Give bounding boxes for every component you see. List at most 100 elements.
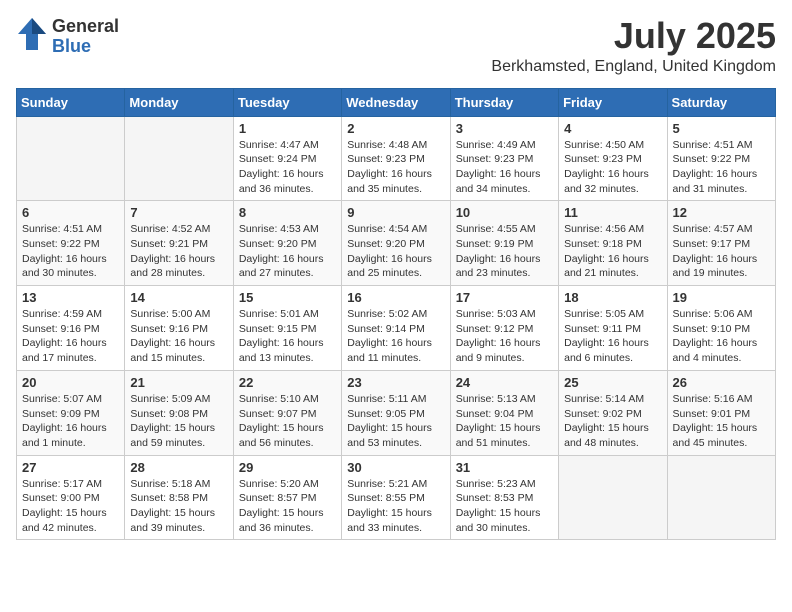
day-number: 5 xyxy=(673,121,770,136)
calendar-cell: 11 Sunrise: 4:56 AMSunset: 9:18 PMDayligh… xyxy=(559,201,667,286)
cell-details: Sunrise: 5:00 AMSunset: 9:16 PMDaylight:… xyxy=(130,307,227,366)
day-number: 31 xyxy=(456,460,553,475)
cell-details: Sunrise: 4:56 AMSunset: 9:18 PMDaylight:… xyxy=(564,222,661,281)
calendar-week-row: 13 Sunrise: 4:59 AMSunset: 9:16 PMDayligh… xyxy=(17,286,776,371)
cell-details: Sunrise: 5:14 AMSunset: 9:02 PMDaylight:… xyxy=(564,392,661,451)
calendar-cell xyxy=(125,116,233,201)
calendar-cell: 27 Sunrise: 5:17 AMSunset: 9:00 PMDayligh… xyxy=(17,455,125,540)
calendar-cell: 19 Sunrise: 5:06 AMSunset: 9:10 PMDayligh… xyxy=(667,286,775,371)
day-number: 4 xyxy=(564,121,661,136)
day-number: 20 xyxy=(22,375,119,390)
day-of-week-friday: Friday xyxy=(559,88,667,116)
day-number: 23 xyxy=(347,375,444,390)
calendar-cell: 22Sunrise: 5:10 AMSunset: 9:07 PMDayligh… xyxy=(233,370,341,455)
day-number: 28 xyxy=(130,460,227,475)
day-number: 13 xyxy=(22,290,119,305)
day-number: 18 xyxy=(564,290,661,305)
cell-details: Sunrise: 5:01 AMSunset: 9:15 PMDaylight:… xyxy=(239,307,336,366)
calendar-cell: 12 Sunrise: 4:57 AMSunset: 9:17 PMDayligh… xyxy=(667,201,775,286)
calendar-week-row: 27 Sunrise: 5:17 AMSunset: 9:00 PMDayligh… xyxy=(17,455,776,540)
cell-details: Sunrise: 4:59 AMSunset: 9:16 PMDaylight:… xyxy=(22,307,119,366)
logo-general: General xyxy=(52,16,119,36)
day-of-week-wednesday: Wednesday xyxy=(342,88,450,116)
day-number: 22 xyxy=(239,375,336,390)
cell-details: Sunrise: 5:20 AMSunset: 8:57 PMDaylight:… xyxy=(239,477,336,536)
calendar-cell: 17Sunrise: 5:03 AMSunset: 9:12 PMDayligh… xyxy=(450,286,558,371)
day-number: 25 xyxy=(564,375,661,390)
cell-details: Sunrise: 5:18 AMSunset: 8:58 PMDaylight:… xyxy=(130,477,227,536)
calendar-cell: 31 Sunrise: 5:23 AMSunset: 8:53 PMDayligh… xyxy=(450,455,558,540)
day-number: 6 xyxy=(22,205,119,220)
cell-details: Sunrise: 5:06 AMSunset: 9:10 PMDaylight:… xyxy=(673,307,770,366)
day-number: 1 xyxy=(239,121,336,136)
title-area: July 2025 Berkhamsted, England, United K… xyxy=(491,16,776,76)
location-subtitle: Berkhamsted, England, United Kingdom xyxy=(491,58,776,76)
day-number: 29 xyxy=(239,460,336,475)
calendar-week-row: 1Sunrise: 4:47 AMSunset: 9:24 PMDaylight… xyxy=(17,116,776,201)
day-number: 17 xyxy=(456,290,553,305)
day-number: 11 xyxy=(564,205,661,220)
calendar-cell: 30 Sunrise: 5:21 AMSunset: 8:55 PMDayligh… xyxy=(342,455,450,540)
cell-details: Sunrise: 4:57 AMSunset: 9:17 PMDaylight:… xyxy=(673,222,770,281)
day-of-week-sunday: Sunday xyxy=(17,88,125,116)
logo: General Blue xyxy=(16,16,119,57)
cell-details: Sunrise: 5:09 AMSunset: 9:08 PMDaylight:… xyxy=(130,392,227,451)
calendar-cell: 28 Sunrise: 5:18 AMSunset: 8:58 PMDayligh… xyxy=(125,455,233,540)
calendar-cell: 26Sunrise: 5:16 AMSunset: 9:01 PMDayligh… xyxy=(667,370,775,455)
month-year-title: July 2025 xyxy=(491,16,776,56)
cell-details: Sunrise: 5:07 AMSunset: 9:09 PMDaylight:… xyxy=(22,392,119,451)
day-of-week-monday: Monday xyxy=(125,88,233,116)
cell-details: Sunrise: 5:05 AMSunset: 9:11 PMDaylight:… xyxy=(564,307,661,366)
calendar-week-row: 6 Sunrise: 4:51 AMSunset: 9:22 PMDaylight… xyxy=(17,201,776,286)
cell-details: Sunrise: 5:11 AMSunset: 9:05 PMDaylight:… xyxy=(347,392,444,451)
day-number: 8 xyxy=(239,205,336,220)
day-number: 21 xyxy=(130,375,227,390)
day-number: 30 xyxy=(347,460,444,475)
cell-details: Sunrise: 4:49 AMSunset: 9:23 PMDaylight:… xyxy=(456,138,553,197)
day-of-week-thursday: Thursday xyxy=(450,88,558,116)
day-number: 14 xyxy=(130,290,227,305)
calendar-cell xyxy=(667,455,775,540)
calendar-cell: 10Sunrise: 4:55 AMSunset: 9:19 PMDayligh… xyxy=(450,201,558,286)
calendar-cell: 20 Sunrise: 5:07 AMSunset: 9:09 PMDayligh… xyxy=(17,370,125,455)
day-number: 7 xyxy=(130,205,227,220)
calendar-cell: 2Sunrise: 4:48 AMSunset: 9:23 PMDaylight… xyxy=(342,116,450,201)
calendar-cell: 14 Sunrise: 5:00 AMSunset: 9:16 PMDayligh… xyxy=(125,286,233,371)
cell-details: Sunrise: 5:13 AMSunset: 9:04 PMDaylight:… xyxy=(456,392,553,451)
calendar-cell: 16Sunrise: 5:02 AMSunset: 9:14 PMDayligh… xyxy=(342,286,450,371)
cell-details: Sunrise: 4:51 AMSunset: 9:22 PMDaylight:… xyxy=(22,222,119,281)
day-number: 10 xyxy=(456,205,553,220)
day-of-week-saturday: Saturday xyxy=(667,88,775,116)
logo-icon xyxy=(16,16,48,57)
day-number: 12 xyxy=(673,205,770,220)
day-number: 19 xyxy=(673,290,770,305)
day-number: 16 xyxy=(347,290,444,305)
calendar-week-row: 20 Sunrise: 5:07 AMSunset: 9:09 PMDayligh… xyxy=(17,370,776,455)
cell-details: Sunrise: 5:16 AMSunset: 9:01 PMDaylight:… xyxy=(673,392,770,451)
calendar-cell: 15Sunrise: 5:01 AMSunset: 9:15 PMDayligh… xyxy=(233,286,341,371)
cell-details: Sunrise: 4:50 AMSunset: 9:23 PMDaylight:… xyxy=(564,138,661,197)
cell-details: Sunrise: 4:53 AMSunset: 9:20 PMDaylight:… xyxy=(239,222,336,281)
calendar-cell: 6 Sunrise: 4:51 AMSunset: 9:22 PMDaylight… xyxy=(17,201,125,286)
calendar-cell: 8 Sunrise: 4:53 AMSunset: 9:20 PMDaylight… xyxy=(233,201,341,286)
calendar-header-row: SundayMondayTuesdayWednesdayThursdayFrid… xyxy=(17,88,776,116)
calendar-cell: 23 Sunrise: 5:11 AMSunset: 9:05 PMDayligh… xyxy=(342,370,450,455)
header: General Blue July 2025 Berkhamsted, Engl… xyxy=(16,16,776,76)
day-number: 2 xyxy=(347,121,444,136)
calendar-cell: 18 Sunrise: 5:05 AMSunset: 9:11 PMDayligh… xyxy=(559,286,667,371)
day-number: 27 xyxy=(22,460,119,475)
day-number: 24 xyxy=(456,375,553,390)
cell-details: Sunrise: 4:51 AMSunset: 9:22 PMDaylight:… xyxy=(673,138,770,197)
calendar-cell: 13 Sunrise: 4:59 AMSunset: 9:16 PMDayligh… xyxy=(17,286,125,371)
cell-details: Sunrise: 5:17 AMSunset: 9:00 PMDaylight:… xyxy=(22,477,119,536)
cell-details: Sunrise: 4:54 AMSunset: 9:20 PMDaylight:… xyxy=(347,222,444,281)
calendar-cell: 9 Sunrise: 4:54 AMSunset: 9:20 PMDaylight… xyxy=(342,201,450,286)
day-number: 9 xyxy=(347,205,444,220)
cell-details: Sunrise: 5:21 AMSunset: 8:55 PMDaylight:… xyxy=(347,477,444,536)
calendar-cell: 1Sunrise: 4:47 AMSunset: 9:24 PMDaylight… xyxy=(233,116,341,201)
calendar-cell: 3Sunrise: 4:49 AMSunset: 9:23 PMDaylight… xyxy=(450,116,558,201)
logo-text: General Blue xyxy=(52,17,119,57)
day-of-week-tuesday: Tuesday xyxy=(233,88,341,116)
calendar-cell xyxy=(559,455,667,540)
cell-details: Sunrise: 5:23 AMSunset: 8:53 PMDaylight:… xyxy=(456,477,553,536)
